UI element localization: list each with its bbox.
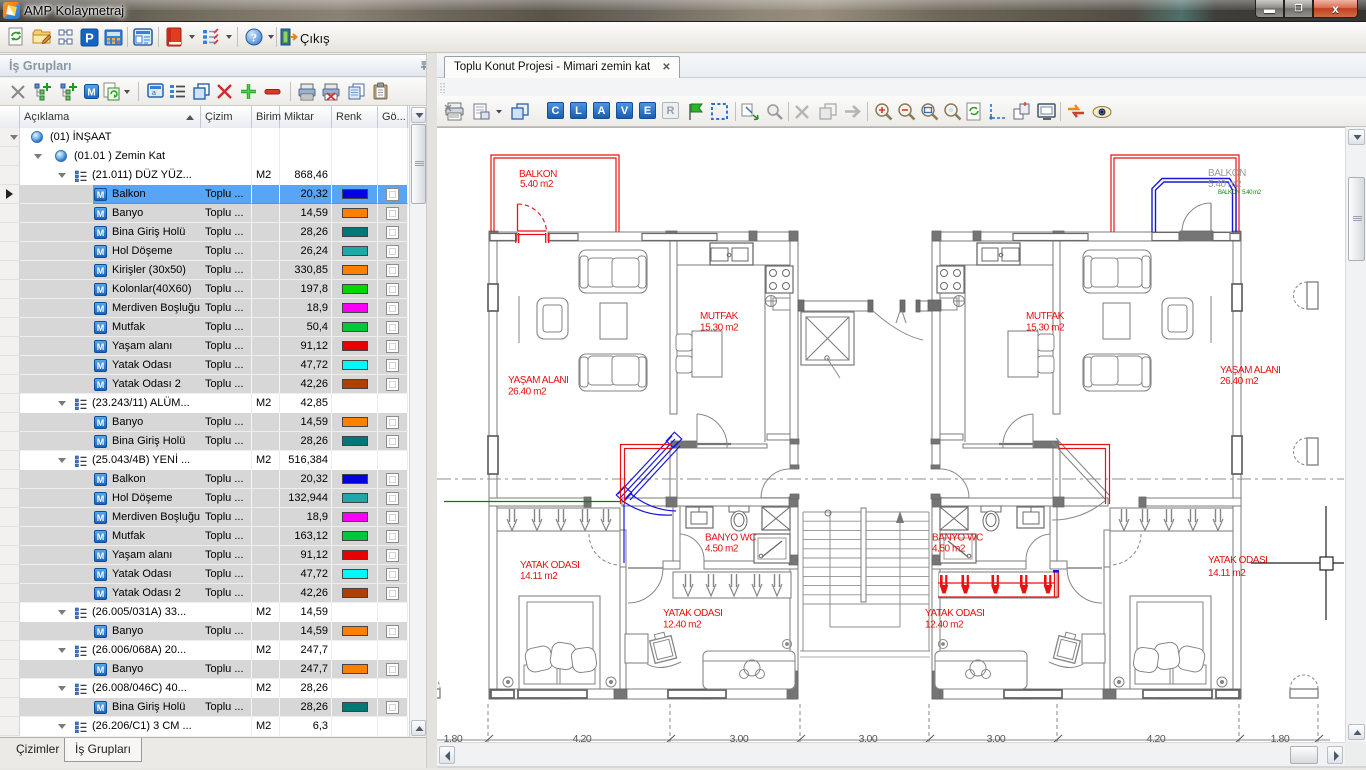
svg-text:?: ?: [251, 31, 257, 45]
svg-text:14.11 m2: 14.11 m2: [1208, 568, 1246, 579]
svg-text:4.50 m2: 4.50 m2: [932, 544, 966, 555]
svg-text:BANYO WC: BANYO WC: [705, 533, 756, 544]
svg-text:12.40 m2: 12.40 m2: [663, 620, 702, 631]
svg-text:YAŞAM ALANI: YAŞAM ALANI: [508, 375, 568, 386]
svg-text:YATAK ODASI: YATAK ODASI: [520, 560, 580, 571]
svg-text:M: M: [87, 88, 95, 99]
svg-text:YATAK ODASI: YATAK ODASI: [663, 608, 723, 619]
svg-text:a: a: [152, 90, 156, 97]
svg-text:MUTFAK: MUTFAK: [700, 311, 739, 322]
svg-text:14.11 m2: 14.11 m2: [520, 571, 558, 582]
svg-text:YATAK ODASI: YATAK ODASI: [925, 608, 985, 619]
svg-text:BANYO WC: BANYO WC: [932, 533, 983, 544]
svg-text:BALKON: BALKON: [1208, 168, 1246, 179]
svg-text:15.30 m2: 15.30 m2: [1026, 323, 1065, 334]
svg-text:26.40 m2: 26.40 m2: [1220, 376, 1259, 387]
svg-text:4.50 m2: 4.50 m2: [705, 544, 739, 555]
svg-text:26.40 m2: 26.40 m2: [508, 387, 547, 398]
svg-text:BALKON 5.40 m2: BALKON 5.40 m2: [1218, 190, 1262, 196]
svg-text:5.40 m2: 5.40 m2: [520, 179, 554, 190]
svg-text:12.40 m2: 12.40 m2: [925, 620, 964, 631]
svg-text:YATAK ODASI: YATAK ODASI: [1208, 555, 1268, 566]
svg-text:15.30 m2: 15.30 m2: [700, 323, 739, 334]
svg-text:MUTFAK: MUTFAK: [1026, 311, 1065, 322]
svg-text:5.40 m2: 5.40 m2: [1208, 179, 1242, 190]
svg-text:P: P: [85, 31, 94, 46]
svg-text:YAŞAM ALANI: YAŞAM ALANI: [1220, 365, 1280, 376]
